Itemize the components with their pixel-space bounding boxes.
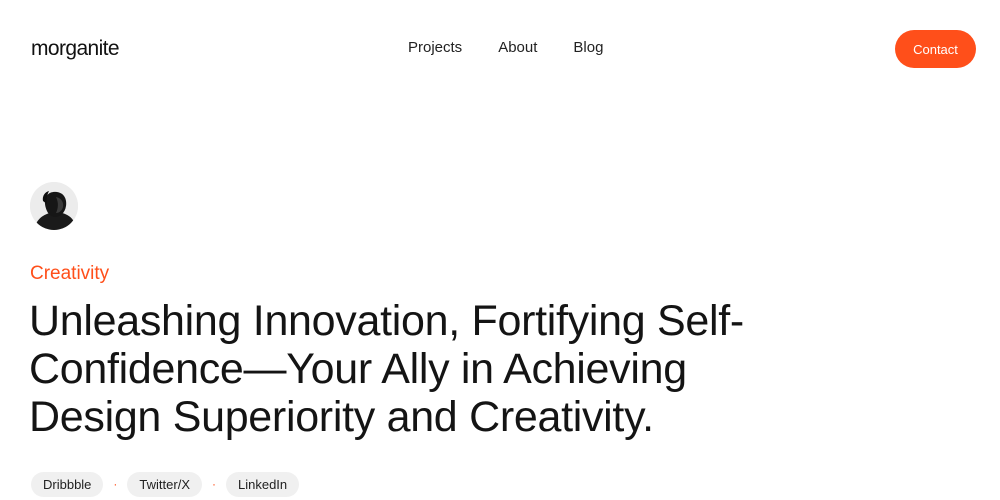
- nav-item-projects[interactable]: Projects: [408, 38, 462, 58]
- social-link-linkedin[interactable]: LinkedIn: [226, 472, 300, 497]
- page: morganite Projects About Blog Contact Cr…: [0, 0, 1000, 500]
- social-links: Dribbble · Twitter/X · LinkedIn: [31, 472, 300, 497]
- nav-item-about[interactable]: About: [498, 38, 537, 58]
- contact-button[interactable]: Contact: [895, 30, 976, 68]
- separator-dot: ·: [212, 477, 216, 491]
- page-title: Unleashing Innovation, Fortifying Self-C…: [29, 297, 744, 441]
- social-link-dribbble[interactable]: Dribbble: [31, 472, 104, 497]
- main-nav: Projects About Blog: [408, 38, 603, 58]
- social-link-twitter[interactable]: Twitter/X: [127, 472, 202, 497]
- section-eyebrow: Creativity: [30, 263, 110, 284]
- separator-dot: ·: [113, 477, 118, 491]
- avatar: [30, 182, 78, 230]
- brand-logo[interactable]: morganite: [31, 36, 120, 62]
- nav-item-blog[interactable]: Blog: [573, 38, 603, 58]
- portrait-photo-icon: [30, 182, 78, 230]
